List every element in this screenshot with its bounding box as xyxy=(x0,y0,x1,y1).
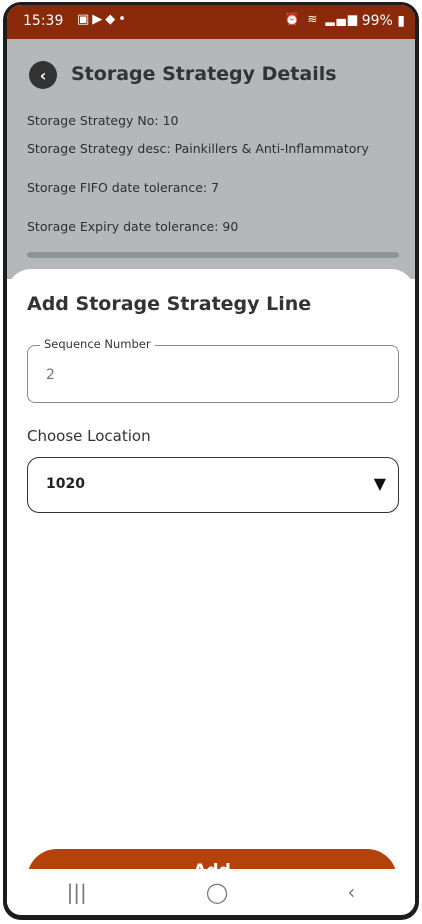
battery-icon: ▮ xyxy=(397,13,405,29)
notification-icons: ▣▶◆• xyxy=(77,12,129,27)
choose-location-label: Choose Location xyxy=(27,427,151,445)
expiry-tolerance: Storage Expiry date tolerance: 90 xyxy=(27,219,239,234)
page-title: Storage Strategy Details xyxy=(71,63,337,85)
strategy-no: Storage Strategy No: 10 xyxy=(27,113,179,128)
signal-icon: ▂▄▆ xyxy=(325,12,359,26)
home-icon[interactable]: ◯ xyxy=(206,880,228,904)
alarm-icon: ⏰ xyxy=(284,12,302,26)
back-button[interactable]: ‹ xyxy=(29,61,57,89)
navigation-bar: ||| ◯ ‹ xyxy=(7,869,415,915)
back-nav-icon[interactable]: ‹ xyxy=(347,880,355,904)
screen: 15:39 ▣▶◆• ⏰ ≋ ▂▄▆ 99% ▮ ‹ Storage Strat… xyxy=(7,5,415,915)
image-icon: ▣ xyxy=(77,12,93,27)
location-value: 1020 xyxy=(46,476,85,492)
dot-icon: • xyxy=(118,12,129,27)
dropdown-arrow-icon: ▼ xyxy=(373,474,386,493)
bottom-sheet: Add Storage Strategy Line Sequence Numbe… xyxy=(7,269,415,915)
sequence-number-label: Sequence Number xyxy=(40,337,155,351)
chevron-left-icon: ‹ xyxy=(39,65,47,85)
location-dropdown[interactable]: 1020 ▼ xyxy=(27,457,399,513)
divider xyxy=(27,252,399,258)
recent-apps-icon[interactable]: ||| xyxy=(67,880,87,904)
bag-icon: ◆ xyxy=(105,12,119,27)
phone-frame: 15:39 ▣▶◆• ⏰ ≋ ▂▄▆ 99% ▮ ‹ Storage Strat… xyxy=(3,2,419,920)
system-icons: ⏰ ≋ ▂▄▆ xyxy=(285,12,359,26)
video-icon: ▶ xyxy=(92,12,106,27)
battery-level: 99% ▮ xyxy=(361,13,405,29)
sequence-number-input[interactable] xyxy=(44,366,378,384)
status-bar: 15:39 ▣▶◆• ⏰ ≋ ▂▄▆ 99% ▮ xyxy=(7,5,415,39)
status-time: 15:39 xyxy=(23,13,64,29)
strategy-desc: Storage Strategy desc: Painkillers & Ant… xyxy=(27,141,369,156)
wifi-icon: ≋ xyxy=(307,12,320,26)
fifo-tolerance: Storage FIFO date tolerance: 7 xyxy=(27,180,220,195)
details-page: ‹ Storage Strategy Details Storage Strat… xyxy=(7,39,415,279)
sheet-title: Add Storage Strategy Line xyxy=(27,293,312,315)
sequence-number-field[interactable]: Sequence Number xyxy=(27,337,399,403)
